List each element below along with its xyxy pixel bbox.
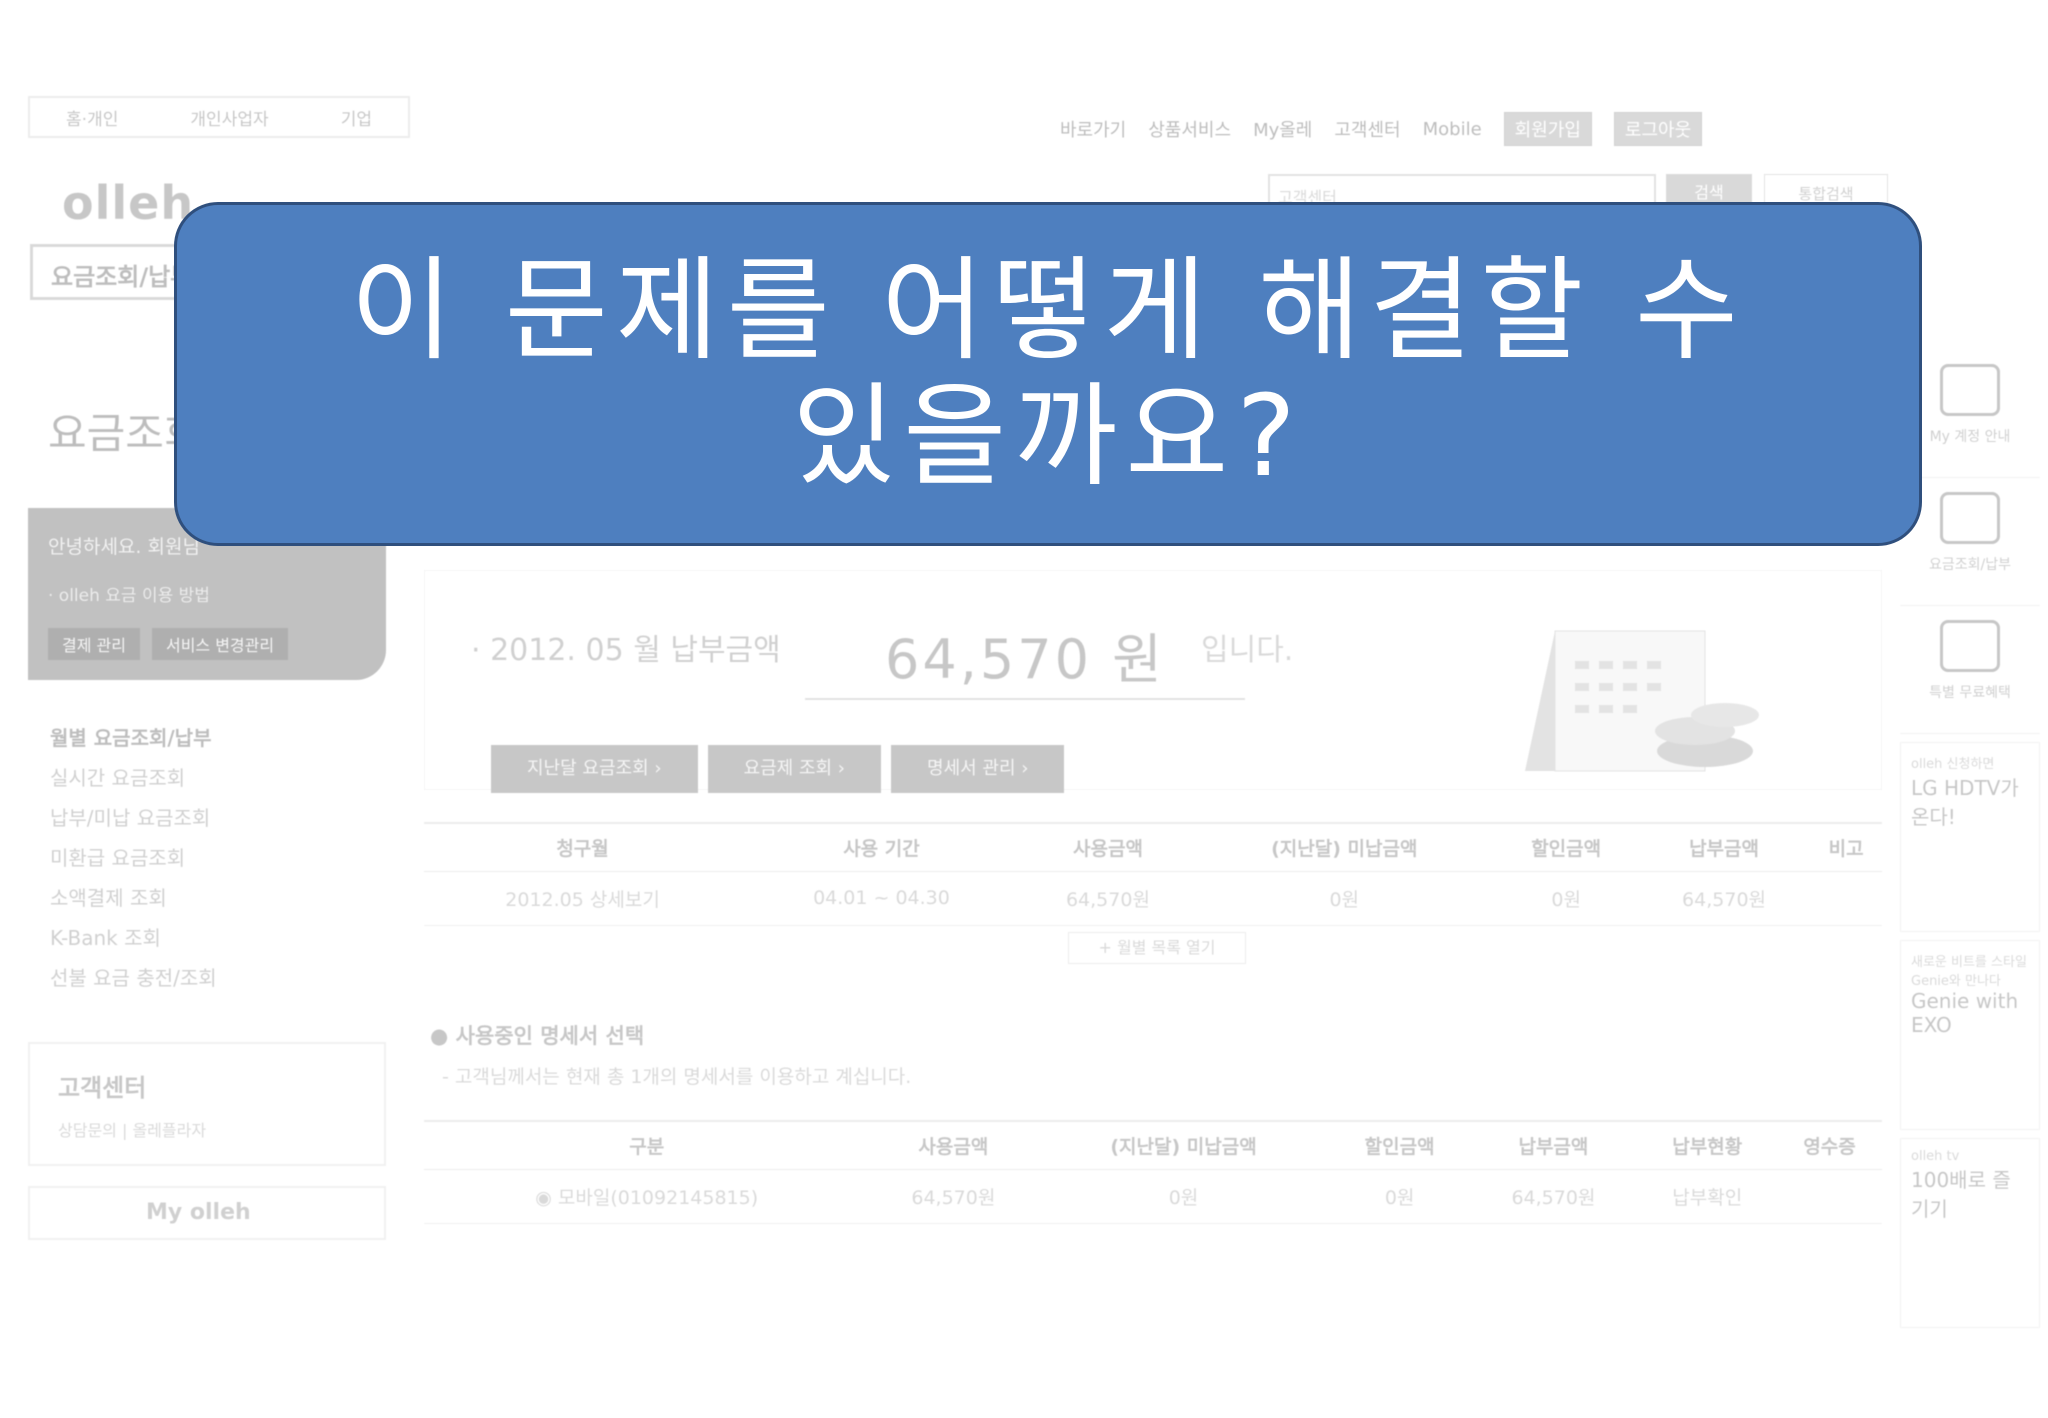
cell-payment: 64,570원 — [1637, 871, 1811, 926]
nav-my-olleh[interactable]: My올레 — [1253, 116, 1312, 142]
col-payment-status: 납부현황 — [1637, 1120, 1778, 1170]
ad-genie[interactable]: 새로운 비트를 스타일 Genie와 만나다 Genie with EXO — [1900, 940, 2040, 1130]
side-link-unpaid[interactable]: 납부/미납 요금조회 — [50, 798, 217, 838]
statement-sub: - 고객님께서는 현재 총 1개의 명세서를 이용하고 계십니다. — [442, 1066, 912, 1088]
cell-payment: 64,570원 — [1469, 1169, 1638, 1224]
callout-line-2: 있을까요? — [792, 372, 1304, 502]
col-receipt: 영수증 — [1777, 1120, 1882, 1170]
cell-unpaid: 0원 — [1194, 871, 1495, 926]
table-row: 2012.05 상세보기 04.01 ~ 04.30 64,570원 0원 0원… — [424, 871, 1882, 926]
cell-unpaid: 0원 — [1037, 1169, 1330, 1224]
segment-tabs: 홈·개인 개인사업자 기업 — [28, 96, 410, 138]
col-unpaid: (지난달) 미납금액 — [1194, 822, 1495, 872]
bill-table: 청구월 사용 기간 사용금액 (지난달) 미납금액 할인금액 납부금액 비고 2… — [424, 822, 1882, 926]
tab-business[interactable]: 개인사업자 — [190, 105, 268, 130]
ad-big-text: LG HDTV가 온다! — [1911, 776, 2019, 829]
cell-period: 04.01 ~ 04.30 — [741, 871, 1022, 926]
rate-plan-button[interactable]: 요금제 조회 › — [707, 745, 882, 793]
side-link-realtime[interactable]: 실시간 요금조회 — [50, 758, 217, 798]
cs-title: 고객센터 — [58, 1074, 147, 1102]
payment-month-label: · 2012. 05 월 납부금액 — [471, 633, 781, 668]
ad-olleh-tv[interactable]: olleh tv 100배로 즐기기 — [1900, 1138, 2040, 1328]
col-discount: 할인금액 — [1329, 1120, 1470, 1170]
ad-lg-hdtv[interactable]: olleh 신청하면 LG HDTV가 온다! — [1900, 742, 2040, 932]
nav-customer-center[interactable]: 고객센터 — [1334, 116, 1400, 142]
col-bill-month: 청구월 — [424, 822, 742, 872]
cloud-icon — [1940, 620, 2000, 672]
ad-small-text: 새로운 비트를 스타일 Genie와 만나다 — [1911, 955, 2027, 989]
cs-links[interactable]: 상담문의 | 올레플라자 — [58, 1117, 356, 1141]
col-usage-amount: 사용금액 — [869, 1120, 1038, 1170]
cell-receipt — [1777, 1169, 1882, 1224]
cell-note — [1810, 871, 1882, 926]
signup-button[interactable]: 회원가입 — [1503, 112, 1592, 146]
ad-small-text: olleh tv — [1911, 1149, 1960, 1164]
col-payment: 납부금액 — [1637, 822, 1811, 872]
side-menu: 월별 요금조회/납부 실시간 요금조회 납부/미납 요금조회 미환급 요금조회 … — [50, 718, 217, 998]
side-link-prepaid[interactable]: 선불 요금 충전/조회 — [50, 958, 217, 998]
payment-summary: · 2012. 05 월 납부금액 64,570 원 입니다. 지난달 요금조회… — [424, 570, 1882, 793]
side-link-micropayment[interactable]: 소액결제 조회 — [50, 878, 217, 918]
cell-month-detail-link[interactable]: 2012.05 상세보기 — [424, 871, 742, 926]
cell-payment-confirm-button[interactable]: 납부확인 — [1637, 1169, 1778, 1224]
my-olleh-panel[interactable]: My olleh — [28, 1186, 386, 1240]
customer-center-panel: 고객센터 상담문의 | 올레플라자 — [28, 1042, 386, 1166]
cell-discount: 0원 — [1494, 871, 1638, 926]
nav-shortcut[interactable]: 바로가기 — [1060, 116, 1126, 142]
background-web-page: 홈·개인 개인사업자 기업 바로가기 상품서비스 My올레 고객센터 Mobil… — [0, 0, 2048, 1328]
rail-label: 요금조회/납부 — [1929, 557, 2011, 573]
utility-nav: 바로가기 상품서비스 My올레 고객센터 Mobile 회원가입 로그아웃 — [1060, 112, 1703, 146]
olleh-logo[interactable]: olleh — [62, 176, 194, 230]
col-payment: 납부금액 — [1469, 1120, 1638, 1170]
ad-big-text: Genie with EXO — [1911, 989, 2019, 1037]
statement-table-header: 구분 사용금액 (지난달) 미납금액 할인금액 납부금액 납부현황 영수증 — [424, 1120, 1882, 1170]
side-link-monthly[interactable]: 월별 요금조회/납부 — [50, 718, 217, 758]
nav-products[interactable]: 상품서비스 — [1148, 116, 1231, 142]
statement-title: ● 사용중인 명세서 선택 — [430, 1024, 645, 1048]
col-type: 구분 — [424, 1120, 870, 1170]
ad-small-text: olleh 신청하면 — [1911, 757, 1995, 772]
logout-button[interactable]: 로그아웃 — [1613, 112, 1703, 146]
callout-line-1: 이 문제를 어떻게 해결할 수 — [350, 246, 1746, 376]
cell-mobile-line[interactable]: ◉ 모바일(01092145815) — [424, 1169, 870, 1224]
col-discount: 할인금액 — [1494, 822, 1638, 872]
side-link-refund[interactable]: 미환급 요금조회 — [50, 838, 217, 878]
col-usage-amount: 사용금액 — [1021, 822, 1195, 872]
nav-mobile[interactable]: Mobile — [1423, 119, 1482, 140]
cell-usage: 64,570원 — [1021, 871, 1195, 926]
payment-amount: 64,570 원 — [805, 615, 1245, 700]
col-note: 비고 — [1810, 822, 1882, 872]
tab-enterprise[interactable]: 기업 — [341, 105, 372, 130]
calendar-coins-illustration — [1525, 630, 1759, 772]
payment-suffix: 입니다. — [1201, 633, 1294, 668]
tab-personal[interactable]: 홈·개인 — [66, 105, 118, 130]
bill-icon — [1940, 492, 2000, 544]
rail-label: My 계정 안내 — [1929, 429, 2011, 445]
last-month-billing-button[interactable]: 지난달 요금조회 › — [491, 745, 698, 793]
table-row: ◉ 모바일(01092145815) 64,570원 0원 0원 64,570원… — [424, 1169, 1882, 1224]
book-icon — [1940, 364, 2000, 416]
question-callout: 이 문제를 어떻게 해결할 수 있을까요? — [174, 202, 1922, 546]
col-usage-period: 사용 기간 — [741, 822, 1022, 872]
rail-special-benefit[interactable]: 특별 무료혜택 — [1900, 606, 2040, 734]
rail-label: 특별 무료혜택 — [1929, 685, 2011, 701]
greeting-sub[interactable]: · olleh 요금 이용 방법 — [48, 581, 366, 606]
statement-manage-button[interactable]: 명세서 관리 › — [891, 745, 1065, 793]
ad-big-text: 100배로 즐기기 — [1911, 1168, 2011, 1221]
col-unpaid: (지난달) 미납금액 — [1037, 1120, 1330, 1170]
statement-table: 구분 사용금액 (지난달) 미납금액 할인금액 납부금액 납부현황 영수증 ◉ … — [424, 1120, 1882, 1224]
side-link-kbank[interactable]: K-Bank 조회 — [50, 918, 217, 958]
payment-manage-button[interactable]: 결제 관리 — [48, 628, 140, 660]
bill-table-header: 청구월 사용 기간 사용금액 (지난달) 미납금액 할인금액 납부금액 비고 — [424, 822, 1882, 872]
cell-usage: 64,570원 — [869, 1169, 1038, 1224]
service-change-button[interactable]: 서비스 변경관리 — [151, 628, 289, 660]
open-monthly-list-button[interactable]: + 월별 목록 열기 — [1068, 932, 1246, 964]
cell-discount: 0원 — [1329, 1169, 1470, 1224]
